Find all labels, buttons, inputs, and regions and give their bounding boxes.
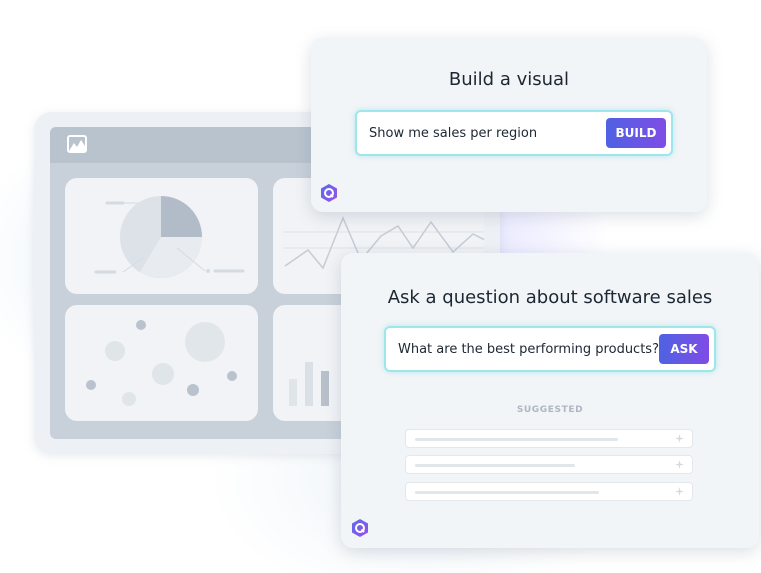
sparkle-icon bbox=[675, 460, 684, 469]
ask-button[interactable]: ASK bbox=[659, 334, 709, 364]
scatter-chart-tile bbox=[65, 305, 258, 421]
sparkle-icon bbox=[675, 434, 684, 443]
build-visual-card: Build a visual Show me sales per region … bbox=[311, 38, 707, 212]
build-visual-title: Build a visual bbox=[448, 69, 570, 90]
ask-query-text: What are the best performing products? bbox=[398, 341, 659, 357]
suggestion-placeholder-bar bbox=[415, 438, 618, 441]
build-query-input[interactable]: Show me sales per region BUILD bbox=[355, 110, 673, 156]
sparkle-icon bbox=[675, 487, 684, 496]
suggested-label: SUGGESTED bbox=[516, 405, 584, 415]
image-icon bbox=[67, 135, 87, 153]
ask-question-title: Ask a question about software sales bbox=[387, 287, 713, 308]
q-hexagon-icon bbox=[352, 519, 368, 537]
pie-chart-tile bbox=[65, 178, 258, 294]
suggestion-item[interactable] bbox=[405, 429, 693, 448]
ask-question-card: Ask a question about software sales What… bbox=[341, 253, 759, 548]
suggestion-item[interactable] bbox=[405, 482, 693, 501]
q-hexagon-icon bbox=[321, 184, 337, 202]
ask-query-input[interactable]: What are the best performing products? A… bbox=[384, 326, 716, 372]
suggestion-placeholder-bar bbox=[415, 464, 575, 467]
build-button[interactable]: BUILD bbox=[606, 118, 666, 148]
suggestion-item[interactable] bbox=[405, 455, 693, 474]
build-query-text: Show me sales per region bbox=[369, 125, 538, 141]
suggestion-placeholder-bar bbox=[415, 491, 599, 494]
